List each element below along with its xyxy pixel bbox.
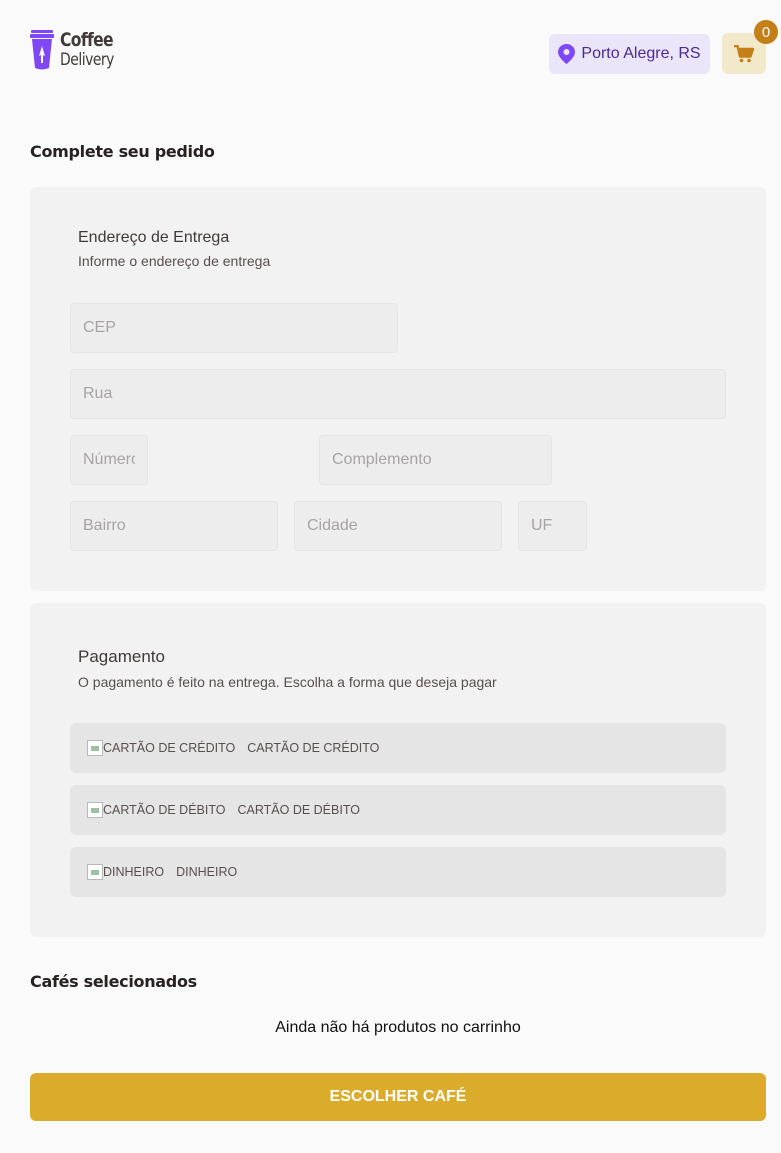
payment-option-label: CARTÃO DE DÉBITO bbox=[237, 803, 360, 817]
page-title: Complete seu pedido bbox=[30, 142, 215, 161]
logo-text-delivery: Delivery bbox=[60, 50, 114, 70]
coffee-cup-logo-icon bbox=[30, 30, 54, 70]
payment-title: Pagamento bbox=[78, 647, 165, 666]
logo-text-coffee: Coffee bbox=[60, 29, 114, 51]
payment-option-label: CARTÃO DE CRÉDITO bbox=[247, 741, 380, 755]
cart-count-badge: 0 bbox=[754, 20, 778, 44]
address-title: Endereço de Entrega bbox=[78, 229, 230, 246]
numero-input[interactable] bbox=[70, 435, 148, 485]
empty-cart-message: Ainda não há produtos no carrinho bbox=[275, 1019, 521, 1036]
location-label: Porto Alegre, RS bbox=[581, 45, 701, 62]
uf-input[interactable] bbox=[518, 501, 587, 551]
payment-option-label: DINHEIRO bbox=[176, 865, 238, 879]
payment-card: Pagamento O pagamento é feito na entrega… bbox=[30, 603, 766, 937]
rua-input[interactable] bbox=[70, 369, 726, 419]
payment-option-debit-card[interactable]: CARTÃO DE DÉBITO CARTÃO DE DÉBITO bbox=[70, 785, 726, 835]
address-subtitle: Informe o endereço de entrega bbox=[78, 253, 271, 269]
debit-card-icon: CARTÃO DE DÉBITO bbox=[87, 802, 225, 818]
bairro-input[interactable] bbox=[70, 501, 278, 551]
logo[interactable]: Coffee Delivery bbox=[30, 30, 126, 70]
cep-input[interactable] bbox=[70, 303, 398, 353]
choose-coffee-button[interactable]: ESCOLHER CAFÉ bbox=[30, 1073, 766, 1121]
map-pin-icon bbox=[558, 44, 576, 64]
complemento-input[interactable] bbox=[319, 435, 552, 485]
cash-icon: DINHEIRO bbox=[87, 864, 164, 880]
address-card: Endereço de Entrega Informe o endereço d… bbox=[30, 187, 766, 591]
shopping-cart-icon bbox=[734, 44, 754, 62]
credit-card-icon: CARTÃO DE CRÉDITO bbox=[87, 740, 235, 756]
payment-option-credit-card[interactable]: CARTÃO DE CRÉDITO CARTÃO DE CRÉDITO bbox=[70, 723, 726, 773]
cidade-input[interactable] bbox=[294, 501, 502, 551]
selected-coffees-title: Cafés selecionados bbox=[30, 972, 197, 991]
payment-subtitle: O pagamento é feito na entrega. Escolha … bbox=[78, 674, 497, 690]
payment-option-cash[interactable]: DINHEIRO DINHEIRO bbox=[70, 847, 726, 897]
location-badge[interactable]: Porto Alegre, RS bbox=[549, 34, 710, 74]
